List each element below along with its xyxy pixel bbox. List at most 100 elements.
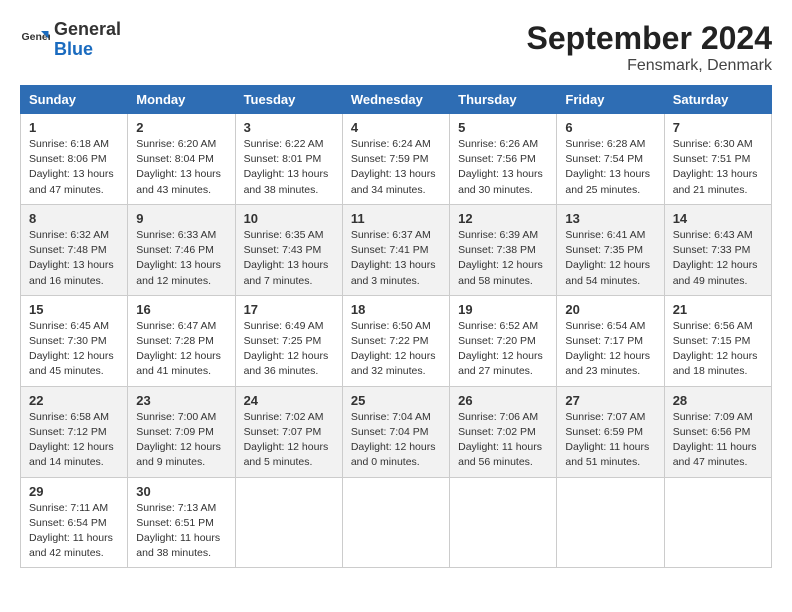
calendar-cell <box>342 477 449 568</box>
logo-line1: General <box>54 20 121 40</box>
calendar-cell: 23Sunrise: 7:00 AM Sunset: 7:09 PM Dayli… <box>128 386 235 477</box>
logo: General General Blue <box>20 20 121 60</box>
calendar-cell <box>664 477 771 568</box>
calendar-cell <box>235 477 342 568</box>
calendar-cell: 15 Sunrise: 6:45 AM Sunset: 7:30 PM Dayli… <box>21 295 128 386</box>
day-info: Sunrise: 6:45 AM Sunset: 7:30 PM Dayligh… <box>29 319 119 380</box>
day-info: Sunrise: 7:13 AM Sunset: 6:51 PM Dayligh… <box>136 501 226 562</box>
day-info: Sunrise: 6:28 AM Sunset: 7:54 PM Dayligh… <box>565 137 655 198</box>
day-info: Sunrise: 7:06 AM Sunset: 7:02 PM Dayligh… <box>458 410 548 471</box>
calendar-week-3: 15 Sunrise: 6:45 AM Sunset: 7:30 PM Dayli… <box>21 295 772 386</box>
calendar-cell: 6Sunrise: 6:28 AM Sunset: 7:54 PM Daylig… <box>557 114 664 205</box>
calendar-cell: 27 Sunrise: 7:07 AM Sunset: 6:59 PM Dayli… <box>557 386 664 477</box>
day-number: 8 <box>29 211 119 226</box>
calendar-cell: 14 Sunrise: 6:43 AM Sunset: 7:33 PM Dayli… <box>664 204 771 295</box>
day-number: 29 <box>29 484 119 499</box>
calendar-cell: 7Sunrise: 6:30 AM Sunset: 7:51 PM Daylig… <box>664 114 771 205</box>
calendar-cell: 21 Sunrise: 6:56 AM Sunset: 7:15 PM Dayli… <box>664 295 771 386</box>
calendar-cell <box>557 477 664 568</box>
calendar-cell: 19 Sunrise: 6:52 AM Sunset: 7:20 PM Dayli… <box>450 295 557 386</box>
day-number: 9 <box>136 211 226 226</box>
calendar-week-2: 8 Sunrise: 6:32 AM Sunset: 7:48 PM Daylig… <box>21 204 772 295</box>
calendar-cell: 11Sunrise: 6:37 AM Sunset: 7:41 PM Dayli… <box>342 204 449 295</box>
day-header-saturday: Saturday <box>664 86 771 114</box>
day-number: 30 <box>136 484 226 499</box>
calendar-cell: 17 Sunrise: 6:49 AM Sunset: 7:25 PM Dayli… <box>235 295 342 386</box>
calendar-cell: 29Sunrise: 7:11 AM Sunset: 6:54 PM Dayli… <box>21 477 128 568</box>
calendar-cell: 28 Sunrise: 7:09 AM Sunset: 6:56 PM Dayli… <box>664 386 771 477</box>
day-number: 4 <box>351 120 441 135</box>
day-info: Sunrise: 6:58 AM Sunset: 7:12 PM Dayligh… <box>29 410 119 471</box>
day-number: 2 <box>136 120 226 135</box>
calendar-cell: 5 Sunrise: 6:26 AM Sunset: 7:56 PM Daylig… <box>450 114 557 205</box>
day-number: 15 <box>29 302 119 317</box>
calendar-cell: 9Sunrise: 6:33 AM Sunset: 7:46 PM Daylig… <box>128 204 235 295</box>
day-info: Sunrise: 6:50 AM Sunset: 7:22 PM Dayligh… <box>351 319 441 380</box>
day-info: Sunrise: 6:43 AM Sunset: 7:33 PM Dayligh… <box>673 228 763 289</box>
calendar-header-row: SundayMondayTuesdayWednesdayThursdayFrid… <box>21 86 772 114</box>
day-info: Sunrise: 7:09 AM Sunset: 6:56 PM Dayligh… <box>673 410 763 471</box>
day-info: Sunrise: 6:37 AM Sunset: 7:41 PM Dayligh… <box>351 228 441 289</box>
calendar-cell: 20 Sunrise: 6:54 AM Sunset: 7:17 PM Dayli… <box>557 295 664 386</box>
day-number: 21 <box>673 302 763 317</box>
day-number: 17 <box>244 302 334 317</box>
day-info: Sunrise: 6:52 AM Sunset: 7:20 PM Dayligh… <box>458 319 548 380</box>
day-number: 1 <box>29 120 119 135</box>
logo-icon: General <box>20 25 50 55</box>
day-number: 28 <box>673 393 763 408</box>
calendar-subtitle: Fensmark, Denmark <box>527 57 772 75</box>
day-info: Sunrise: 6:49 AM Sunset: 7:25 PM Dayligh… <box>244 319 334 380</box>
day-info: Sunrise: 7:00 AM Sunset: 7:09 PM Dayligh… <box>136 410 226 471</box>
day-info: Sunrise: 6:47 AM Sunset: 7:28 PM Dayligh… <box>136 319 226 380</box>
calendar-week-5: 29Sunrise: 7:11 AM Sunset: 6:54 PM Dayli… <box>21 477 772 568</box>
page-header: General General Blue September 2024 Fens… <box>20 20 772 75</box>
day-info: Sunrise: 6:41 AM Sunset: 7:35 PM Dayligh… <box>565 228 655 289</box>
day-header-friday: Friday <box>557 86 664 114</box>
calendar-cell: 8 Sunrise: 6:32 AM Sunset: 7:48 PM Daylig… <box>21 204 128 295</box>
day-number: 5 <box>458 120 548 135</box>
calendar-week-1: 1 Sunrise: 6:18 AM Sunset: 8:06 PM Daylig… <box>21 114 772 205</box>
day-info: Sunrise: 6:32 AM Sunset: 7:48 PM Dayligh… <box>29 228 119 289</box>
calendar-week-4: 22 Sunrise: 6:58 AM Sunset: 7:12 PM Dayli… <box>21 386 772 477</box>
logo-line2: Blue <box>54 40 121 60</box>
calendar-table: SundayMondayTuesdayWednesdayThursdayFrid… <box>20 85 772 568</box>
day-number: 19 <box>458 302 548 317</box>
day-number: 20 <box>565 302 655 317</box>
day-number: 27 <box>565 393 655 408</box>
calendar-cell: 18Sunrise: 6:50 AM Sunset: 7:22 PM Dayli… <box>342 295 449 386</box>
day-info: Sunrise: 6:20 AM Sunset: 8:04 PM Dayligh… <box>136 137 226 198</box>
day-header-tuesday: Tuesday <box>235 86 342 114</box>
day-info: Sunrise: 6:22 AM Sunset: 8:01 PM Dayligh… <box>244 137 334 198</box>
calendar-cell: 2 Sunrise: 6:20 AM Sunset: 8:04 PM Daylig… <box>128 114 235 205</box>
day-number: 24 <box>244 393 334 408</box>
day-number: 12 <box>458 211 548 226</box>
calendar-cell: 4 Sunrise: 6:24 AM Sunset: 7:59 PM Daylig… <box>342 114 449 205</box>
calendar-cell: 10Sunrise: 6:35 AM Sunset: 7:43 PM Dayli… <box>235 204 342 295</box>
day-info: Sunrise: 6:18 AM Sunset: 8:06 PM Dayligh… <box>29 137 119 198</box>
day-info: Sunrise: 6:24 AM Sunset: 7:59 PM Dayligh… <box>351 137 441 198</box>
day-number: 14 <box>673 211 763 226</box>
day-header-thursday: Thursday <box>450 86 557 114</box>
calendar-cell: 13 Sunrise: 6:41 AM Sunset: 7:35 PM Dayli… <box>557 204 664 295</box>
calendar-cell: 30 Sunrise: 7:13 AM Sunset: 6:51 PM Dayli… <box>128 477 235 568</box>
day-info: Sunrise: 6:35 AM Sunset: 7:43 PM Dayligh… <box>244 228 334 289</box>
calendar-title: September 2024 <box>527 20 772 57</box>
day-info: Sunrise: 6:56 AM Sunset: 7:15 PM Dayligh… <box>673 319 763 380</box>
day-info: Sunrise: 6:39 AM Sunset: 7:38 PM Dayligh… <box>458 228 548 289</box>
day-info: Sunrise: 6:54 AM Sunset: 7:17 PM Dayligh… <box>565 319 655 380</box>
day-info: Sunrise: 6:26 AM Sunset: 7:56 PM Dayligh… <box>458 137 548 198</box>
calendar-cell: 16 Sunrise: 6:47 AM Sunset: 7:28 PM Dayli… <box>128 295 235 386</box>
day-number: 26 <box>458 393 548 408</box>
day-number: 22 <box>29 393 119 408</box>
day-info: Sunrise: 7:04 AM Sunset: 7:04 PM Dayligh… <box>351 410 441 471</box>
calendar-cell: 22 Sunrise: 6:58 AM Sunset: 7:12 PM Dayli… <box>21 386 128 477</box>
calendar-cell <box>450 477 557 568</box>
day-header-sunday: Sunday <box>21 86 128 114</box>
day-number: 16 <box>136 302 226 317</box>
day-header-wednesday: Wednesday <box>342 86 449 114</box>
day-info: Sunrise: 7:07 AM Sunset: 6:59 PM Dayligh… <box>565 410 655 471</box>
day-number: 13 <box>565 211 655 226</box>
day-number: 7 <box>673 120 763 135</box>
day-number: 3 <box>244 120 334 135</box>
day-number: 25 <box>351 393 441 408</box>
